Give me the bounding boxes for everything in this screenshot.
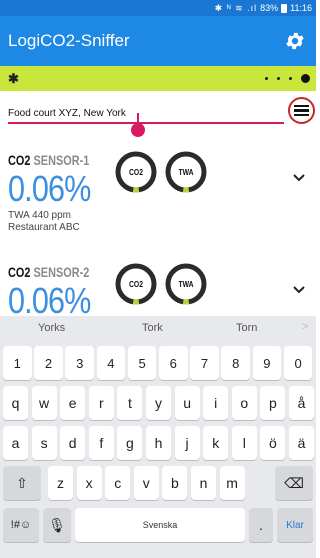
key-1[interactable]: 1 [3, 346, 32, 380]
key-å[interactable]: å [289, 386, 314, 420]
space-key[interactable]: Svenska [75, 508, 245, 542]
text-cursor-handle[interactable] [131, 113, 145, 137]
key-h[interactable]: h [146, 426, 171, 460]
chevron-down-icon[interactable] [292, 282, 306, 294]
symbols-key[interactable]: !#☺ [3, 508, 39, 542]
key-7[interactable]: 7 [190, 346, 219, 380]
backspace-key[interactable]: ⌫ [275, 466, 313, 500]
status-bar: ✱ ᴺ ≋ .ıl 83% 11:16 [0, 0, 316, 16]
key-x[interactable]: x [76, 466, 102, 500]
status-icons: ✱ ᴺ ≋ .ıl [214, 2, 258, 13]
indicator-dot [289, 77, 292, 80]
location-input[interactable] [8, 103, 284, 123]
period-key[interactable]: . [249, 508, 273, 542]
location-row [0, 95, 316, 137]
key-p[interactable]: p [260, 386, 286, 420]
key-4[interactable]: 4 [96, 346, 126, 380]
menu-bar [294, 109, 309, 112]
key-n[interactable]: n [191, 466, 216, 500]
menu-bar [294, 104, 309, 108]
sensor-name: SENSOR-1 [33, 152, 90, 168]
key-g[interactable]: g [117, 426, 143, 460]
suggestion-bar: Yorks Tork Torn > [0, 316, 316, 342]
suggestion-item[interactable]: Torn [236, 322, 257, 334]
key-t[interactable]: t [117, 386, 143, 420]
key-j[interactable]: j [174, 426, 200, 460]
app-screen: ✱ ᴺ ≋ .ıl 83% 11:16 LogiCO2-Sniffer ✱ Fo… [0, 0, 316, 558]
key-d[interactable]: d [60, 426, 86, 460]
sensor-gas: CO2 [8, 264, 31, 280]
key-b[interactable]: b [162, 466, 188, 500]
key-a[interactable]: a [3, 426, 28, 460]
key-v[interactable]: v [133, 466, 159, 500]
soft-keyboard: Yorks Tork Torn > 1234567890 qwertyuiopå a… [0, 316, 316, 558]
chevron-right-icon[interactable]: > [302, 321, 308, 333]
key-o[interactable]: o [231, 386, 257, 420]
twa-gauge: TWA [164, 150, 208, 194]
gauge-label: TWA [178, 279, 194, 289]
sensor-twa: TWA 440 ppm [8, 210, 71, 221]
suggestion-item[interactable]: Yorks [38, 322, 65, 334]
key-2[interactable]: 2 [34, 346, 63, 380]
location-input-underline [8, 122, 284, 124]
key-c[interactable]: c [105, 466, 131, 500]
indicator-dot [277, 77, 280, 80]
key-5[interactable]: 5 [127, 346, 157, 380]
co2-gauge: CO2 [114, 150, 158, 194]
key-9[interactable]: 9 [252, 346, 282, 380]
gauge-label: CO2 [129, 167, 143, 177]
key-s[interactable]: s [31, 426, 57, 460]
text-cursor [137, 113, 139, 123]
app-title: LogiCO2-Sniffer [8, 31, 130, 50]
connection-bar: ✱ [0, 66, 316, 91]
battery-percent: 83% [260, 3, 279, 13]
sensor-gas: CO2 [8, 152, 31, 168]
key-ä[interactable]: ä [289, 426, 314, 460]
key-8[interactable]: 8 [221, 346, 250, 380]
battery-icon [281, 3, 288, 13]
key-f[interactable]: f [88, 426, 114, 460]
chevron-down-icon[interactable] [292, 170, 306, 182]
gear-icon[interactable] [284, 30, 306, 52]
cursor-handle-dot [131, 123, 145, 137]
key-i[interactable]: i [203, 386, 229, 420]
menu-bar [294, 113, 309, 117]
app-bar: LogiCO2-Sniffer [0, 16, 316, 66]
indicator-dot-active [301, 74, 310, 83]
shift-key[interactable]: ⇧ [3, 466, 41, 500]
sensor-header: CO2 SENSOR-1 [8, 152, 89, 168]
key-l[interactable]: l [231, 426, 257, 460]
key-z[interactable]: z [48, 466, 73, 500]
sensor-card[interactable]: CO2 SENSOR-1 0.06% TWA 440 ppm Restauran… [0, 148, 316, 248]
sensor-location: Restaurant ABC [8, 222, 80, 233]
sensor-value: 0.06% [8, 168, 91, 209]
microphone-icon[interactable]: 🎙 [43, 508, 71, 542]
key-y[interactable]: y [146, 386, 171, 420]
key-3[interactable]: 3 [65, 346, 94, 380]
sensor-header: CO2 SENSOR-2 [8, 264, 89, 280]
indicator-dot [265, 77, 268, 80]
sensor-name: SENSOR-2 [33, 264, 90, 280]
co2-gauge: CO2 [114, 262, 158, 306]
key-u[interactable]: u [174, 386, 200, 420]
twa-gauge: TWA [164, 262, 208, 306]
key-q[interactable]: q [3, 386, 28, 420]
clock: 11:16 [290, 3, 312, 13]
key-ö[interactable]: ö [260, 426, 286, 460]
enter-key[interactable]: Klar [277, 508, 313, 542]
key-0[interactable]: 0 [283, 346, 313, 380]
suggestion-item[interactable]: Tork [142, 322, 163, 334]
key-w[interactable]: w [31, 386, 57, 420]
key-e[interactable]: e [60, 386, 86, 420]
key-r[interactable]: r [88, 386, 114, 420]
gauge-label: CO2 [129, 279, 143, 289]
key-k[interactable]: k [203, 426, 229, 460]
key-m[interactable]: m [219, 466, 245, 500]
gauge-label: TWA [178, 167, 194, 177]
connection-indicator [265, 74, 310, 83]
bluetooth-icon[interactable]: ✱ [8, 71, 19, 87]
hamburger-menu-icon[interactable] [288, 97, 315, 124]
key-6[interactable]: 6 [159, 346, 188, 380]
